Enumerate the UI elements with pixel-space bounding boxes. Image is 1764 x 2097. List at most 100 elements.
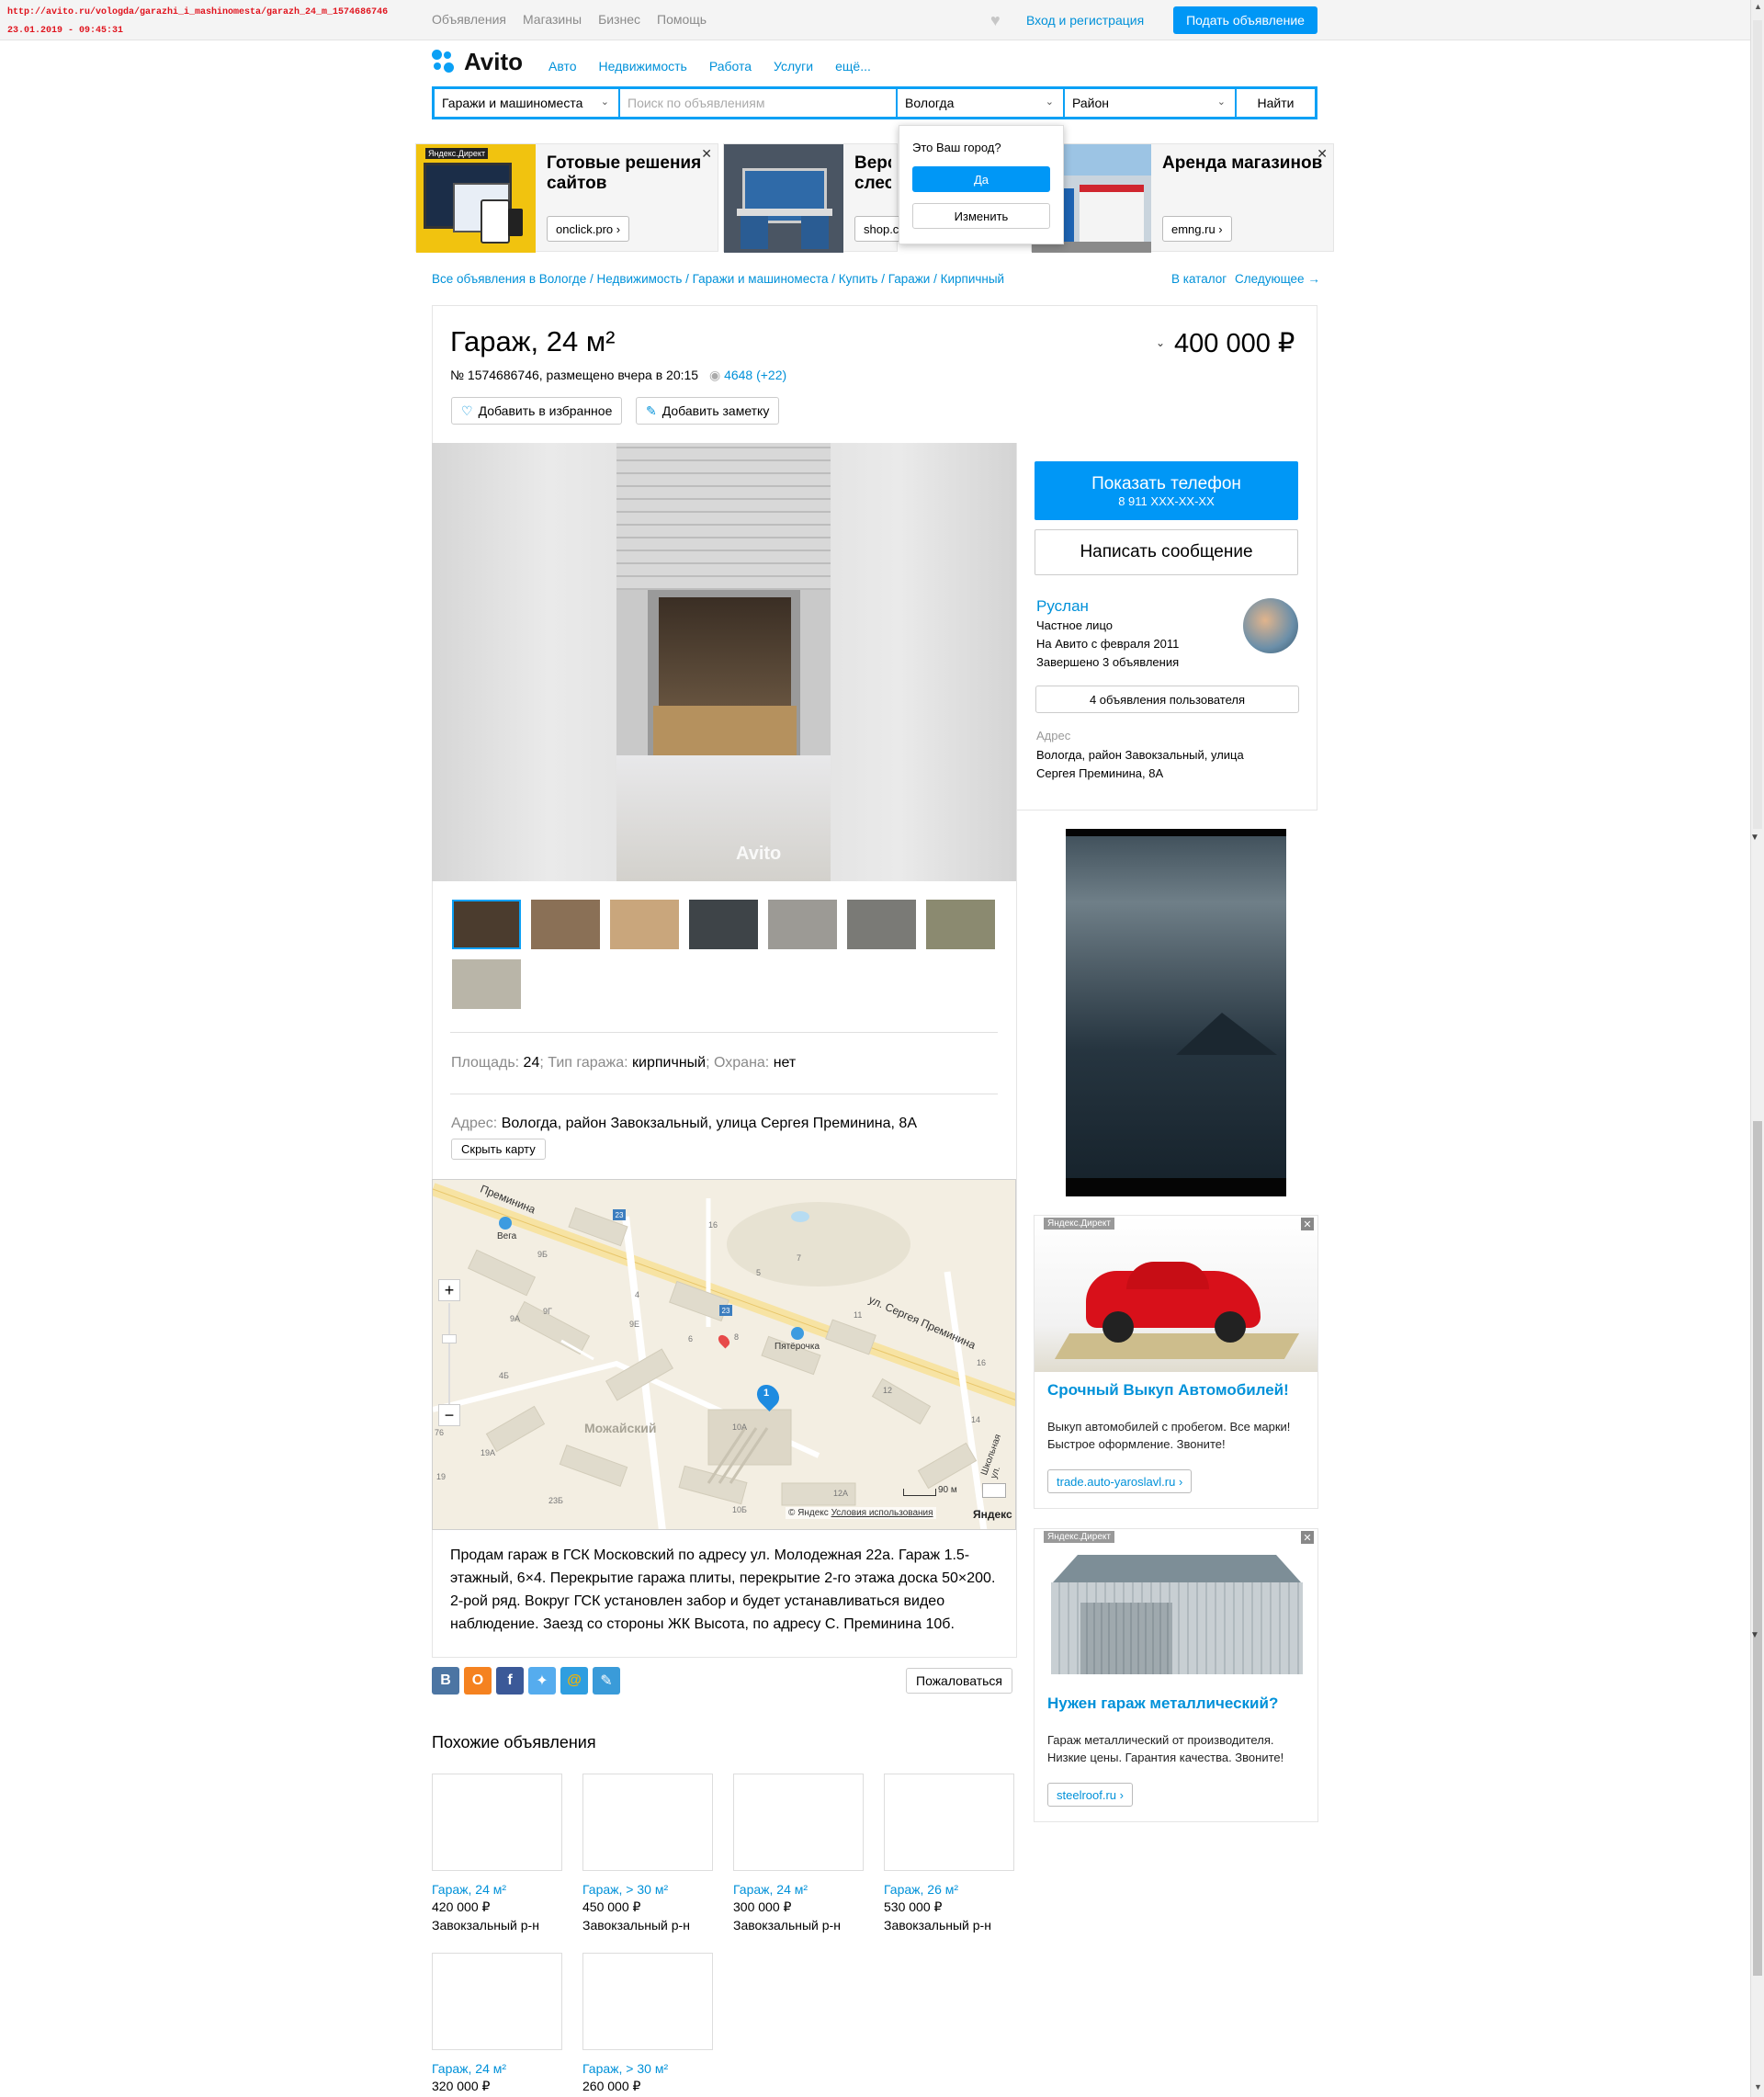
similar-item-title[interactable]: Гараж, 26 м² xyxy=(884,1882,1014,1897)
popup-question: Это Ваш город? xyxy=(912,141,1001,154)
city-yes-button[interactable]: Да xyxy=(912,166,1050,192)
avito-logo-icon[interactable] xyxy=(432,50,456,75)
similar-thumb[interactable] xyxy=(432,1953,562,2050)
scroll-up-icon[interactable]: ▲ xyxy=(1754,2,1762,11)
thumbnail[interactable] xyxy=(452,959,521,1009)
category-select[interactable]: Гаражи и машиноместа ⌄ xyxy=(435,89,620,117)
thumbnail[interactable] xyxy=(689,900,758,949)
mail-icon[interactable]: @ xyxy=(560,1667,588,1695)
search-input[interactable]: Поиск по объявлениям xyxy=(620,89,898,117)
scroll-down-icon[interactable]: ▼ xyxy=(1754,2082,1762,2091)
seller-listings-button[interactable]: 4 объявления пользователя xyxy=(1035,686,1299,713)
search-submit-button[interactable]: Найти xyxy=(1237,89,1315,117)
logo-text[interactable]: Avito xyxy=(464,48,523,76)
top-nav-help[interactable]: Помощь xyxy=(657,12,707,27)
thumbnail[interactable] xyxy=(768,900,837,949)
nav-more[interactable]: ещё... xyxy=(835,59,871,74)
photo-gallery[interactable]: Avito xyxy=(432,443,1016,881)
top-ad-3[interactable]: Аренда магазинов emng.ru › ✕ xyxy=(1031,143,1334,253)
facebook-icon[interactable]: f xyxy=(496,1667,524,1695)
right-ad-2[interactable]: Яндекс.Директ ✕ Нужен гараж металлически… xyxy=(1034,1528,1318,1822)
right-ad-1[interactable]: Яндекс.Директ ✕ Срочный Выкуп Автомобиле… xyxy=(1034,1215,1318,1509)
similar-item-price: 260 000 ₽ xyxy=(582,2079,641,2093)
top-ad-2[interactable]: Верст слеса shop.c xyxy=(723,143,909,253)
city-change-button[interactable]: Изменить xyxy=(912,203,1050,229)
close-icon[interactable]: ✕ xyxy=(1317,146,1328,162)
nav-realty[interactable]: Недвижимость xyxy=(599,59,687,74)
ad-domain[interactable]: steelroof.ru › xyxy=(1047,1783,1133,1807)
top-nav-shops[interactable]: Магазины xyxy=(523,12,582,27)
ad-domain[interactable]: onclick.pro › xyxy=(547,216,630,242)
map[interactable]: Преминина ул. Сергея Преминина Школьная … xyxy=(432,1179,1016,1530)
similar-item-title[interactable]: Гараж, 24 м² xyxy=(432,2061,562,2076)
avatar[interactable] xyxy=(1243,598,1298,653)
similar-item-title[interactable]: Гараж, > 30 м² xyxy=(582,2061,713,2076)
similar-thumb[interactable] xyxy=(884,1774,1014,1871)
similar-item[interactable]: Гараж, 26 м² 530 000 ₽ Завокзальный р-н xyxy=(884,1774,1014,1933)
top-nav-business[interactable]: Бизнес xyxy=(598,12,640,27)
scrollbar-track xyxy=(1753,20,1762,829)
district-select[interactable]: Район ⌄ xyxy=(1065,89,1237,117)
similar-item[interactable]: Гараж, > 30 м² 260 000 ₽ xyxy=(582,1953,713,2094)
ok-icon[interactable]: О xyxy=(464,1667,492,1695)
chevron-down-icon[interactable]: ⌄ xyxy=(1156,336,1165,349)
complain-button[interactable]: Пожаловаться xyxy=(906,1668,1013,1694)
similar-item[interactable]: Гараж, > 30 м² 450 000 ₽ Завокзальный р-… xyxy=(582,1774,713,1933)
nav-services[interactable]: Услуги xyxy=(774,59,813,74)
seller-name[interactable]: Руслан xyxy=(1036,597,1089,616)
thumbnail[interactable] xyxy=(610,900,679,949)
scroll-marker-icon-2: ▼ xyxy=(1750,1630,1759,1640)
similar-thumb[interactable] xyxy=(582,1774,713,1871)
thumbnail[interactable] xyxy=(452,900,521,949)
close-icon[interactable]: ✕ xyxy=(1301,1218,1314,1230)
post-ad-button[interactable]: Подать объявление xyxy=(1173,6,1317,34)
ad-domain[interactable]: emng.ru › xyxy=(1162,216,1232,242)
add-favorite-button[interactable]: ♡ Добавить в избранное xyxy=(451,397,623,425)
close-icon[interactable]: ✕ xyxy=(1301,1531,1314,1544)
similar-item-region: Завокзальный р-н xyxy=(582,1918,690,1933)
heart-icon[interactable]: ♥ xyxy=(990,11,1001,30)
param-type-label: Тип гаража: xyxy=(548,1055,628,1071)
twitter-icon[interactable]: ✦ xyxy=(528,1667,556,1695)
hide-map-button[interactable]: Скрыть карту xyxy=(451,1139,546,1160)
ad-title[interactable]: Нужен гараж металлический? xyxy=(1047,1695,1278,1713)
scrollbar[interactable]: ▲ ▼ xyxy=(1750,0,1764,2097)
top-nav: Объявления Магазины Бизнес Помощь xyxy=(432,12,723,27)
write-message-button[interactable]: Написать сообщение xyxy=(1035,529,1298,575)
similar-item-title[interactable]: Гараж, 24 м² xyxy=(733,1882,864,1897)
close-icon[interactable]: ✕ xyxy=(701,146,712,162)
top-nav-ads[interactable]: Объявления xyxy=(432,12,506,27)
similar-item-title[interactable]: Гараж, > 30 м² xyxy=(582,1882,713,1897)
vk-icon[interactable]: B xyxy=(432,1667,459,1695)
main-photo[interactable]: Avito xyxy=(616,443,831,881)
livejournal-icon[interactable]: ✎ xyxy=(593,1667,620,1695)
similar-item[interactable]: Гараж, 24 м² 320 000 ₽ xyxy=(432,1953,562,2094)
scrollbar-thumb[interactable] xyxy=(1753,1121,1762,1976)
similar-item-title[interactable]: Гараж, 24 м² xyxy=(432,1882,562,1897)
similar-item-price: 530 000 ₽ xyxy=(884,1899,943,1914)
add-note-button[interactable]: ✎ Добавить заметку xyxy=(636,397,780,425)
show-phone-button[interactable]: Показать телефон 8 911 XXX-XX-XX xyxy=(1035,461,1298,520)
similar-thumb[interactable] xyxy=(582,1953,713,2050)
city-select[interactable]: Вологда ⌄ xyxy=(898,89,1065,117)
add-note-label: Добавить заметку xyxy=(662,403,770,418)
thumbnail[interactable] xyxy=(926,900,995,949)
similar-item[interactable]: Гараж, 24 м² 300 000 ₽ Завокзальный р-н xyxy=(733,1774,864,1933)
breadcrumb[interactable]: Все объявления в Вологде / Недвижимость … xyxy=(432,272,1004,286)
banner-ad[interactable] xyxy=(1066,829,1286,1196)
similar-thumb[interactable] xyxy=(432,1774,562,1871)
top-ad-1[interactable]: Яндекс.Директ Готовые решения сайтов onc… xyxy=(415,143,718,253)
ad-title[interactable]: Срочный Выкуп Автомобилей! xyxy=(1047,1381,1289,1400)
thumbnail[interactable] xyxy=(847,900,916,949)
ad-domain[interactable]: trade.auto-yaroslavl.ru › xyxy=(1047,1469,1193,1493)
similar-item[interactable]: Гараж, 24 м² 420 000 ₽ Завокзальный р-н xyxy=(432,1774,562,1933)
next-listing-link[interactable]: Следующее → xyxy=(1235,272,1320,286)
catalog-link[interactable]: В каталог xyxy=(1171,272,1227,286)
login-link[interactable]: Вход и регистрация xyxy=(1026,13,1144,28)
thumbnail[interactable] xyxy=(531,900,600,949)
avito-watermark: Avito xyxy=(736,844,782,864)
similar-item-price: 320 000 ₽ xyxy=(432,2079,491,2093)
nav-jobs[interactable]: Работа xyxy=(709,59,752,74)
nav-auto[interactable]: Авто xyxy=(548,59,577,74)
similar-thumb[interactable] xyxy=(733,1774,864,1871)
